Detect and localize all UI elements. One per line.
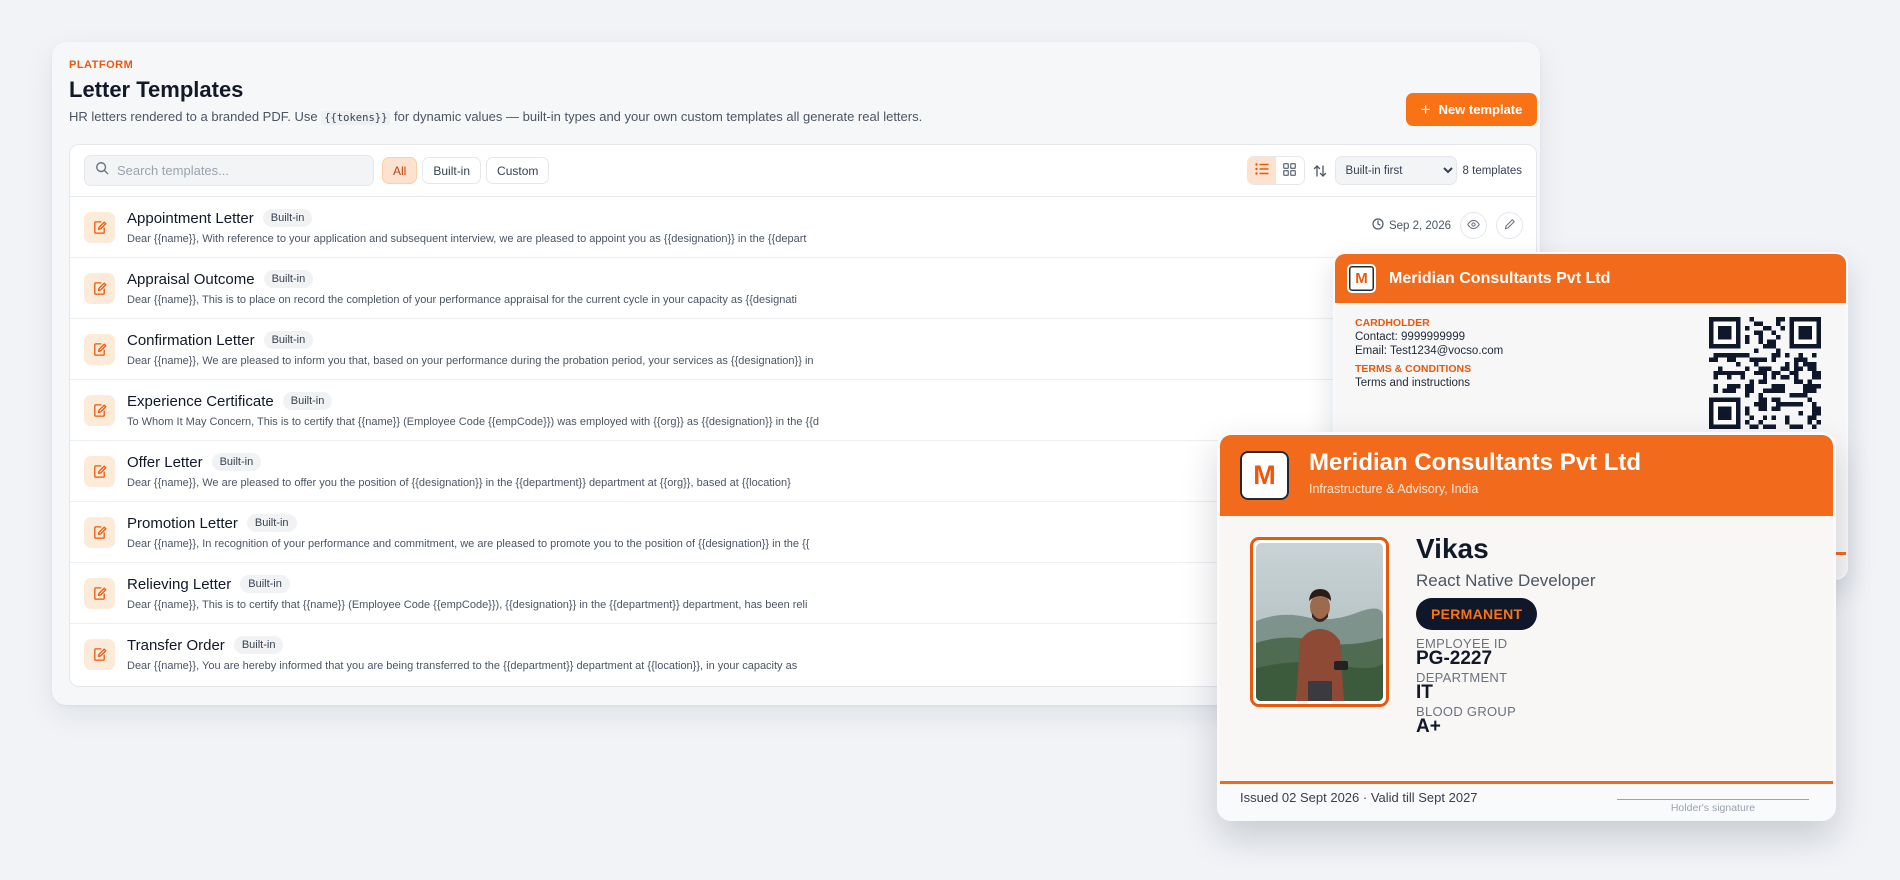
company-name: Meridian Consultants Pvt Ltd xyxy=(1309,449,1642,476)
letter-edit-icon xyxy=(84,334,115,365)
letter-edit-icon xyxy=(84,456,115,487)
filter-custom-chip[interactable]: Custom xyxy=(486,157,550,184)
list-view-button[interactable] xyxy=(1247,157,1276,184)
built-in-badge: Built-in xyxy=(240,575,290,593)
date-text: Sep 2, 2026 xyxy=(1388,219,1451,232)
letter-edit-icon xyxy=(84,639,115,670)
page-subtitle: HR letters rendered to a branded PDF. Us… xyxy=(69,109,923,125)
template-name: Appointment Letter xyxy=(127,209,254,227)
id-card-front: M Meridian Consultants Pvt Ltd Infrastru… xyxy=(1217,432,1836,821)
edit-button[interactable] xyxy=(1496,212,1523,239)
built-in-badge: Built-in xyxy=(233,636,284,654)
filter-chips: All Built-in Custom xyxy=(382,157,550,184)
built-in-badge: Built-in xyxy=(262,209,313,227)
letter-edit-icon xyxy=(84,395,115,426)
template-preview: Dear {{name}}, In recognition of your pe… xyxy=(127,538,810,550)
subtitle-text-end: for dynamic values — built-in types and … xyxy=(390,109,923,124)
new-template-button[interactable]: + New template xyxy=(1406,93,1537,126)
template-name: Relieving Letter xyxy=(127,575,232,593)
employee-id-value: PG-2227 xyxy=(1416,648,1493,669)
page-title: Letter Templates xyxy=(69,77,244,102)
view-toggle xyxy=(1246,156,1305,185)
letter-edit-icon xyxy=(84,578,115,609)
qr-code-icon xyxy=(1709,317,1821,429)
template-name: Offer Letter xyxy=(127,453,203,471)
employment-status-badge: PERMANENT xyxy=(1416,598,1538,630)
id-back-header: M Meridian Consultants Pvt Ltd xyxy=(1335,254,1846,303)
employee-role: React Native Developer xyxy=(1416,571,1596,590)
employee-photo xyxy=(1250,537,1389,707)
search-input[interactable] xyxy=(117,163,357,178)
row-title: Offer Letter Built-in xyxy=(127,453,262,471)
company-logo: M xyxy=(1347,264,1376,293)
template-row[interactable]: Appraisal Outcome Built-in Dear {{name}},… xyxy=(70,258,1536,319)
plus-icon: + xyxy=(1420,100,1431,119)
built-in-badge: Built-in xyxy=(211,453,262,471)
signature-label: Holder's signature xyxy=(1670,802,1756,814)
filter-built-in-chip[interactable]: Built-in xyxy=(422,157,482,184)
template-preview: Dear {{name}}, This is to certify that {… xyxy=(127,599,808,611)
signature-line xyxy=(1617,799,1809,800)
grid-view-icon xyxy=(1283,162,1296,179)
pencil-icon xyxy=(1503,218,1516,234)
search-icon xyxy=(95,161,109,180)
clock-icon xyxy=(1372,218,1384,233)
filter-all-chip[interactable]: All xyxy=(382,157,418,184)
company-name: Meridian Consultants Pvt Ltd xyxy=(1389,269,1611,287)
grid-view-button[interactable] xyxy=(1275,157,1304,184)
blood-group-value: A+ xyxy=(1416,716,1441,737)
built-in-badge: Built-in xyxy=(246,514,297,532)
new-template-label: New template xyxy=(1438,102,1523,117)
tokens-code: {{tokens}} xyxy=(321,111,391,125)
row-actions: Sep 2, 2026 xyxy=(1372,212,1523,239)
sort-select[interactable]: Built-in first xyxy=(1334,156,1457,185)
built-in-badge: Built-in xyxy=(282,392,333,410)
template-row[interactable]: Confirmation Letter Built-in Dear {{name}… xyxy=(70,319,1536,380)
updated-date: Sep 2, 2026 xyxy=(1372,218,1451,233)
template-preview: Dear {{name}}, We are pleased to offer y… xyxy=(127,477,791,489)
id-front-footer: Issued 02 Sept 2026 · Valid till Sept 20… xyxy=(1220,784,1833,818)
template-preview: Dear {{name}}, This is to place on recor… xyxy=(127,294,797,306)
template-name: Appraisal Outcome xyxy=(127,270,255,288)
template-row[interactable]: Appointment Letter Built-in Dear {{name}}… xyxy=(70,197,1536,258)
eye-icon xyxy=(1467,218,1480,234)
list-tools: Built-in first 8 templates xyxy=(1246,156,1522,185)
validity-text: Issued 02 Sept 2026 · Valid till Sept 20… xyxy=(1240,790,1478,805)
built-in-badge: Built-in xyxy=(263,331,314,349)
row-title: Transfer Order Built-in xyxy=(127,636,284,654)
company-tagline: Infrastructure & Advisory, India xyxy=(1309,482,1479,496)
row-title: Promotion Letter Built-in xyxy=(127,514,297,532)
department-value: IT xyxy=(1416,682,1433,703)
row-title: Appraisal Outcome Built-in xyxy=(127,270,314,288)
search-box xyxy=(84,155,374,186)
template-count: 8 templates xyxy=(1462,164,1522,177)
id-front-body: Vikas React Native Developer PERMANENT E… xyxy=(1220,516,1833,781)
template-name: Experience Certificate xyxy=(127,392,274,410)
list-toolbar: All Built-in Custom Built-in first 8 xyxy=(70,145,1536,197)
row-title: Confirmation Letter Built-in xyxy=(127,331,314,349)
letter-edit-icon xyxy=(84,212,115,243)
id-front-header: M Meridian Consultants Pvt Ltd Infrastru… xyxy=(1220,435,1833,516)
employee-name: Vikas xyxy=(1416,533,1489,564)
sort-icon[interactable] xyxy=(1311,162,1329,180)
template-name: Promotion Letter xyxy=(127,514,238,532)
preview-button[interactable] xyxy=(1460,212,1487,239)
row-title: Relieving Letter Built-in xyxy=(127,575,290,593)
letter-edit-icon xyxy=(84,273,115,304)
template-name: Transfer Order xyxy=(127,636,225,654)
built-in-badge: Built-in xyxy=(263,270,314,288)
company-logo: M xyxy=(1240,451,1289,500)
letter-edit-icon xyxy=(84,517,115,548)
template-preview: Dear {{name}}, You are hereby informed t… xyxy=(127,660,798,672)
template-preview: To Whom It May Concern, This is to certi… xyxy=(127,416,819,428)
subtitle-text-start: HR letters rendered to a branded PDF. Us… xyxy=(69,109,322,124)
list-view-icon xyxy=(1254,163,1269,178)
template-preview: Dear {{name}}, We are pleased to inform … xyxy=(127,355,814,367)
template-preview: Dear {{name}}, With reference to your ap… xyxy=(127,233,807,245)
section-eyebrow: PLATFORM xyxy=(69,59,134,71)
template-name: Confirmation Letter xyxy=(127,331,255,349)
row-title: Appointment Letter Built-in xyxy=(127,209,313,227)
row-title: Experience Certificate Built-in xyxy=(127,392,333,410)
